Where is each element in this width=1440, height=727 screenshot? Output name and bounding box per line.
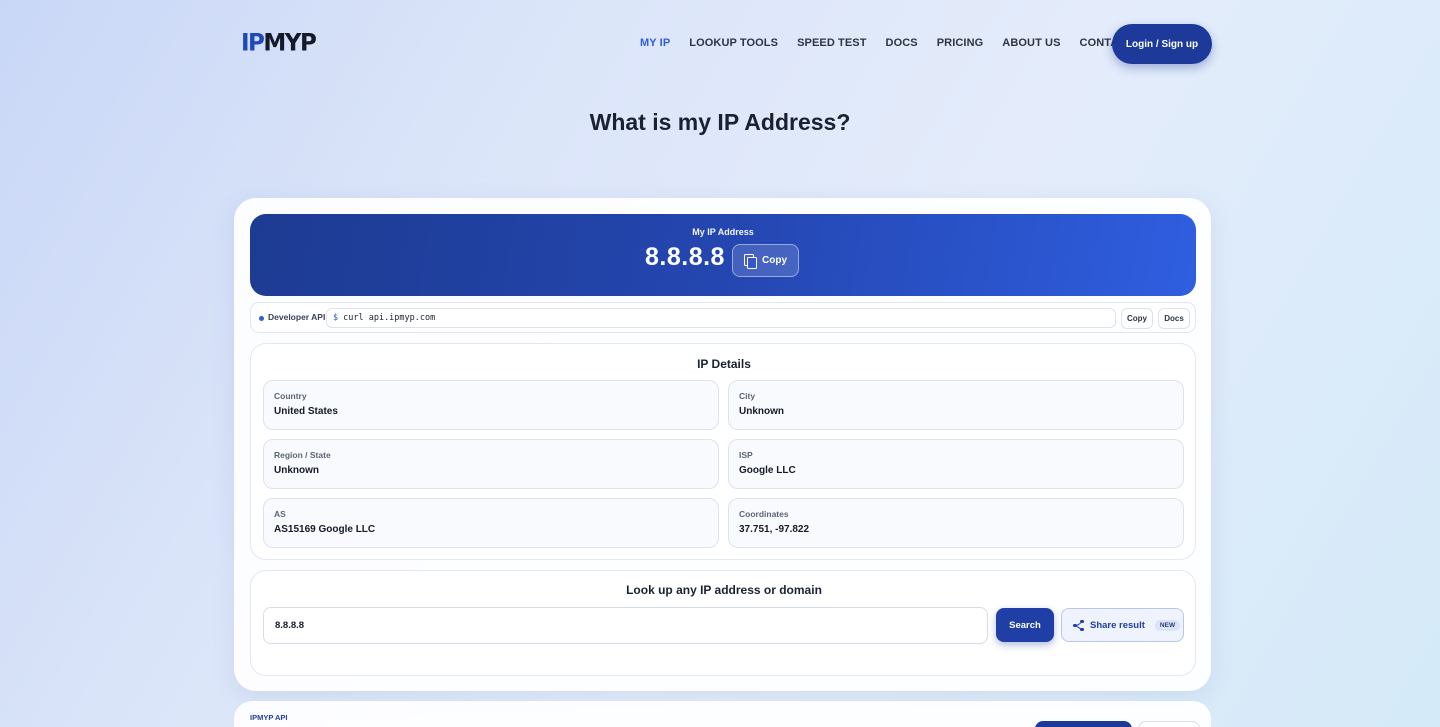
docs-button[interactable]: Docs [1158,308,1190,329]
field-coordinates: Coordinates 37.751, -97.822 [728,498,1184,548]
login-signup-button[interactable]: Login / Sign up [1112,24,1212,64]
ipmyp-api-card: IPMYP API [234,701,1211,727]
ipmyp-api-label: IPMYP API [250,713,288,722]
api-secondary-button[interactable] [1138,721,1200,727]
api-command-field[interactable]: $ curl api.ipmyp.com [326,308,1116,328]
page: IPMYP MY IP LOOKUP TOOLS SPEED TEST DOCS… [0,0,1440,727]
nav-docs[interactable]: DOCS [886,37,918,49]
nav-my-ip[interactable]: MY IP [640,37,670,49]
field-country: Country United States [263,380,719,430]
field-value: Unknown [274,465,319,476]
main-nav: MY IP LOOKUP TOOLS SPEED TEST DOCS PRICI… [640,37,1171,49]
nav-speed-test[interactable]: SPEED TEST [797,37,866,49]
field-as: AS AS15169 Google LLC [263,498,719,548]
share-result-button[interactable]: Share result NEW [1061,608,1184,642]
page-title: What is my IP Address? [589,109,851,135]
ip-details-title: IP Details [697,357,751,371]
field-isp: ISP Google LLC [728,439,1184,489]
logo-ip-text: IP [241,29,265,57]
field-value: Google LLC [739,465,796,476]
my-ip-hero: My IP Address 8.8.8.8 Copy [250,214,1196,296]
shell-prompt: $ [333,313,339,323]
copy-ip-label: Copy [762,255,787,266]
api-command-text: curl api.ipmyp.com [343,313,436,323]
field-city: City Unknown [728,380,1184,430]
field-value: 37.751, -97.822 [739,524,810,535]
lookup-input[interactable] [263,607,988,644]
field-value: AS15169 Google LLC [274,524,376,535]
copy-ip-button[interactable]: Copy [732,244,799,277]
ip-details-card: IP Details Country United States City Un… [250,343,1196,560]
developer-api-bar: Developer API: $ curl api.ipmyp.com Copy… [250,302,1196,333]
developer-api-label: Developer API: [268,312,329,322]
field-label: Country [274,391,307,401]
copy-command-button[interactable]: Copy [1121,308,1153,329]
field-label: Coordinates [739,509,789,519]
lookup-card: Look up any IP address or domain Search … [250,570,1196,676]
lookup-title: Look up any IP address or domain [626,583,822,597]
field-label: Region / State [274,450,331,460]
status-dot-icon [259,316,264,321]
logo-myp-text: MYP [263,29,316,57]
field-label: ISP [739,450,753,460]
api-primary-button[interactable] [1035,721,1132,727]
nav-about-us[interactable]: ABOUT US [1002,37,1060,49]
nav-pricing[interactable]: PRICING [937,37,984,49]
share-icon [1073,619,1084,631]
ipmyp-logo[interactable]: IPMYP [241,29,317,57]
new-badge: NEW [1154,619,1181,631]
field-label: AS [274,509,286,519]
field-region: Region / State Unknown [263,439,719,489]
nav-lookup-tools[interactable]: LOOKUP TOOLS [689,37,778,49]
my-ip-label: My IP Address [692,227,754,237]
field-value: Unknown [739,406,784,417]
my-ip-value: 8.8.8.8 [645,243,725,271]
share-result-label: Share result [1090,619,1145,631]
field-value: United States [274,406,338,417]
search-button[interactable]: Search [996,608,1054,642]
copy-icon [744,254,757,269]
field-label: City [739,391,756,401]
